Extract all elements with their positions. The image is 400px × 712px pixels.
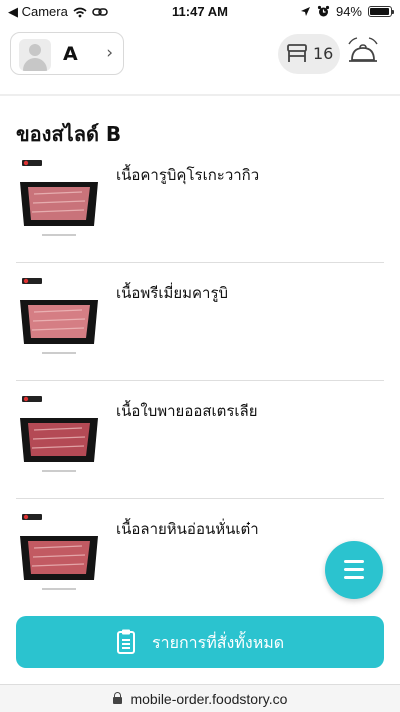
avatar-icon — [19, 39, 51, 71]
order-list-label: รายการที่สั่งทั้งหมด — [152, 633, 285, 652]
app-header: A › 16 — [0, 24, 400, 96]
battery-percent: 94% — [335, 4, 362, 19]
chevron-right-icon: › — [106, 43, 113, 63]
clipboard-icon — [117, 629, 135, 654]
item-divider — [16, 498, 384, 499]
menu-item[interactable]: เนื้อคารูบิคุโรเกะวากิว — [16, 156, 384, 274]
service-bell-icon[interactable] — [346, 36, 380, 66]
location-arrow-icon — [300, 7, 310, 16]
item-divider — [16, 380, 384, 381]
menu-item-name: เนื้อพรีเมี่ยมคารูบิ — [116, 284, 229, 302]
table-number: 16 — [313, 44, 334, 63]
lock-icon — [112, 692, 122, 704]
url-text: mobile-order.foodstory.co — [130, 691, 288, 707]
section-title: ของสไลด์ B — [16, 122, 122, 146]
menu-item-image — [20, 278, 98, 354]
battery-icon — [368, 6, 394, 17]
menu-fab-button[interactable] — [325, 541, 383, 599]
menu-item-name: เนื้อใบพายออสเตรเลีย — [116, 402, 258, 420]
order-list-button[interactable]: รายการที่สั่งทั้งหมด — [16, 616, 384, 668]
table-number-badge[interactable]: 16 — [278, 34, 340, 74]
alarm-clock-icon — [317, 5, 330, 17]
menu-item-name: เนื้อลายหินอ่อนหั่นเต๋า — [116, 520, 259, 538]
status-bar: ◀ Camera 11:47 AM 94% — [0, 0, 400, 24]
profile-button[interactable]: A › — [10, 32, 124, 75]
menu-item-name: เนื้อคารูบิคุโรเกะวากิว — [116, 166, 260, 184]
item-divider — [16, 262, 384, 263]
hamburger-icon — [344, 560, 364, 563]
menu-item-image — [20, 396, 98, 472]
menu-item-image — [20, 514, 98, 590]
menu-item[interactable]: เนื้อใบพายออสเตรเลีย — [16, 392, 384, 510]
table-icon — [287, 44, 307, 62]
menu-item[interactable]: เนื้อพรีเมี่ยมคารูบิ — [16, 274, 384, 392]
profile-initial: A — [63, 43, 78, 65]
browser-url-bar[interactable]: mobile-order.foodstory.co — [0, 684, 400, 712]
menu-item-image — [20, 160, 98, 236]
